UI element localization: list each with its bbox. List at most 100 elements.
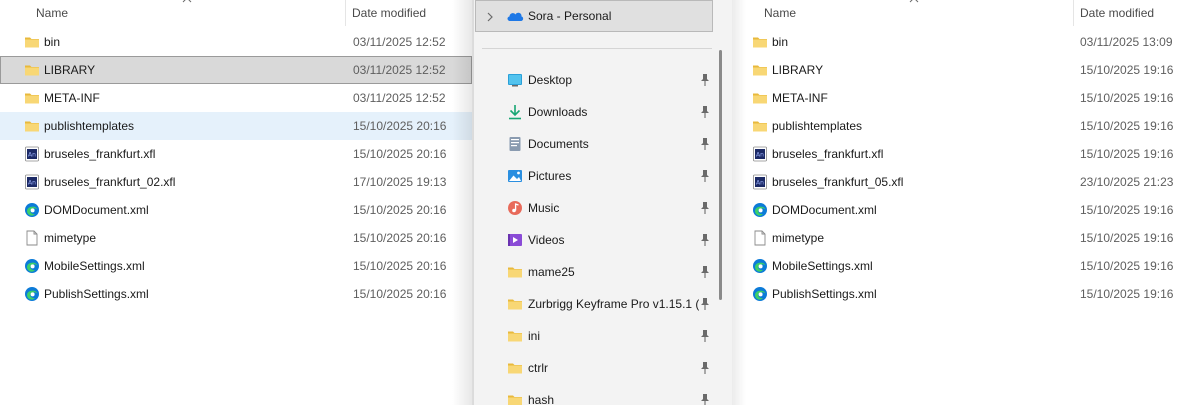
file-row[interactable]: mimetype 15/10/2025 19:16	[732, 224, 1190, 252]
sort-ascending-icon	[182, 0, 192, 3]
file-date-modified: 15/10/2025 20:16	[353, 231, 447, 245]
pin-icon[interactable]	[699, 265, 711, 279]
nav-item-downloads[interactable]: Downloads	[472, 96, 720, 128]
file-date-modified: 15/10/2025 19:16	[1080, 203, 1174, 217]
file-row[interactable]: META-INF 03/11/2025 12:52	[0, 84, 472, 112]
pin-icon[interactable]	[699, 393, 711, 405]
edge-xml-icon	[24, 286, 40, 302]
pin-icon[interactable]	[699, 201, 711, 215]
edge-xml-icon	[24, 258, 40, 274]
pin-icon[interactable]	[699, 73, 711, 87]
edge-xml-icon	[752, 258, 768, 274]
file-name: META-INF	[772, 91, 828, 105]
name-column-header-label: Name	[764, 6, 797, 20]
nav-item-hash[interactable]: hash	[472, 384, 720, 405]
nav-item-documents[interactable]: Documents	[472, 128, 720, 160]
nav-item-label: ctrlr	[528, 361, 548, 375]
file-row[interactable]: MobileSettings.xml 15/10/2025 19:16	[732, 252, 1190, 280]
nav-scrollbar[interactable]	[719, 50, 722, 300]
date-modified-column-header[interactable]: Date modified	[1080, 0, 1154, 26]
pin-icon[interactable]	[699, 233, 711, 247]
onedrive-nav-item[interactable]: Sora - Personal	[475, 0, 713, 32]
file-row[interactable]: DOMDocument.xml 15/10/2025 19:16	[732, 196, 1190, 224]
date-modified-column-header-label: Date modified	[352, 6, 427, 20]
nav-item-desktop[interactable]: Desktop	[472, 64, 720, 96]
file-date-modified: 15/10/2025 19:16	[1080, 287, 1174, 301]
file-row[interactable]: bin 03/11/2025 13:09	[732, 28, 1190, 56]
file-row[interactable]: publishtemplates 15/10/2025 19:16	[732, 112, 1190, 140]
file-date-modified: 15/10/2025 20:16	[353, 203, 447, 217]
file-date-modified: 15/10/2025 19:16	[1080, 147, 1174, 161]
pin-icon[interactable]	[699, 105, 711, 119]
file-date-modified: 17/10/2025 19:13	[353, 175, 447, 189]
left-file-rows: bin 03/11/2025 12:52 LIBRARY 03/11/2025 12:…	[0, 28, 472, 308]
file-row[interactable]: An bruseles_frankfurt.xfl 15/10/2025 20:16	[0, 140, 472, 168]
nav-item-label: Pictures	[528, 169, 572, 183]
folder-icon	[507, 328, 523, 344]
file-row[interactable]: An bruseles_frankfurt_05.xfl 23/10/2025 21…	[732, 168, 1190, 196]
nav-item-label: Videos	[528, 233, 565, 247]
file-name: MobileSettings.xml	[772, 259, 873, 273]
folder-icon	[507, 296, 523, 312]
nav-item-ctrlr[interactable]: ctrlr	[472, 352, 720, 384]
file-name: PublishSettings.xml	[772, 287, 877, 301]
nav-item-zurbrigg-keyframe-pro-v1-15-1-x64[interactable]: Zurbrigg Keyframe Pro v1.15.1 (x64)	[472, 288, 720, 320]
file-row[interactable]: mimetype 15/10/2025 20:16	[0, 224, 472, 252]
file-row[interactable]: PublishSettings.xml 15/10/2025 20:16	[0, 280, 472, 308]
name-column-header[interactable]: Name	[36, 0, 68, 26]
file-name: LIBRARY	[772, 63, 824, 77]
pin-icon[interactable]	[699, 137, 711, 151]
file-date-modified: 15/10/2025 20:16	[353, 119, 447, 133]
nav-item-label: Documents	[528, 137, 589, 151]
pin-icon[interactable]	[699, 169, 711, 183]
svg-text:An: An	[756, 152, 764, 159]
file-row[interactable]: publishtemplates 15/10/2025 20:16	[0, 112, 472, 140]
pin-icon[interactable]	[699, 297, 711, 311]
folder-icon	[752, 90, 768, 106]
file-row[interactable]: LIBRARY 03/11/2025 12:52	[0, 56, 472, 84]
file-date-modified: 15/10/2025 20:16	[353, 287, 447, 301]
file-name: PublishSettings.xml	[44, 287, 149, 301]
blank-file-icon	[752, 230, 768, 246]
music-icon	[507, 200, 523, 216]
videos-icon	[507, 232, 523, 248]
pin-icon[interactable]	[699, 329, 711, 343]
right-file-rows: bin 03/11/2025 13:09 LIBRARY 15/10/2025 19:…	[732, 28, 1190, 308]
file-row[interactable]: An bruseles_frankfurt_02.xfl 17/10/2025 19…	[0, 168, 472, 196]
nav-item-videos[interactable]: Videos	[472, 224, 720, 256]
documents-icon	[507, 136, 523, 152]
nav-item-mame25[interactable]: mame25	[472, 256, 720, 288]
edge-xml-icon	[24, 202, 40, 218]
file-row[interactable]: bin 03/11/2025 12:52	[0, 28, 472, 56]
file-row[interactable]: MobileSettings.xml 15/10/2025 20:16	[0, 252, 472, 280]
edge-xml-icon	[752, 286, 768, 302]
file-name: bruseles_frankfurt.xfl	[44, 147, 156, 161]
name-column-header[interactable]: Name	[764, 0, 796, 26]
file-name: bin	[772, 35, 789, 49]
pin-icon[interactable]	[699, 361, 711, 375]
file-name: DOMDocument.xml	[772, 203, 877, 217]
blank-file-icon	[24, 230, 40, 246]
chevron-right-icon[interactable]	[486, 12, 494, 22]
file-row[interactable]: DOMDocument.xml 15/10/2025 20:16	[0, 196, 472, 224]
file-row[interactable]: PublishSettings.xml 15/10/2025 19:16	[732, 280, 1190, 308]
file-name: publishtemplates	[772, 119, 863, 133]
file-date-modified: 15/10/2025 19:16	[1080, 119, 1174, 133]
file-date-modified: 23/10/2025 21:23	[1080, 175, 1174, 189]
file-row[interactable]: META-INF 15/10/2025 19:16	[732, 84, 1190, 112]
nav-item-label: Downloads	[528, 105, 588, 119]
file-name: LIBRARY	[44, 63, 96, 77]
file-row[interactable]: LIBRARY 15/10/2025 19:16	[732, 56, 1190, 84]
folder-icon	[752, 62, 768, 78]
nav-item-label: Desktop	[528, 73, 573, 87]
nav-item-music[interactable]: Music	[472, 192, 720, 224]
file-row[interactable]: An bruseles_frankfurt.xfl 15/10/2025 19:16	[732, 140, 1190, 168]
column-divider[interactable]	[1073, 0, 1074, 26]
file-name: bruseles_frankfurt_05.xfl	[772, 175, 904, 189]
nav-item-ini[interactable]: ini	[472, 320, 720, 352]
nav-item-pictures[interactable]: Pictures	[472, 160, 720, 192]
name-column-header-label: Name	[36, 6, 69, 20]
folder-icon	[507, 392, 523, 405]
column-divider[interactable]	[345, 0, 346, 26]
date-modified-column-header[interactable]: Date modified	[352, 0, 426, 26]
